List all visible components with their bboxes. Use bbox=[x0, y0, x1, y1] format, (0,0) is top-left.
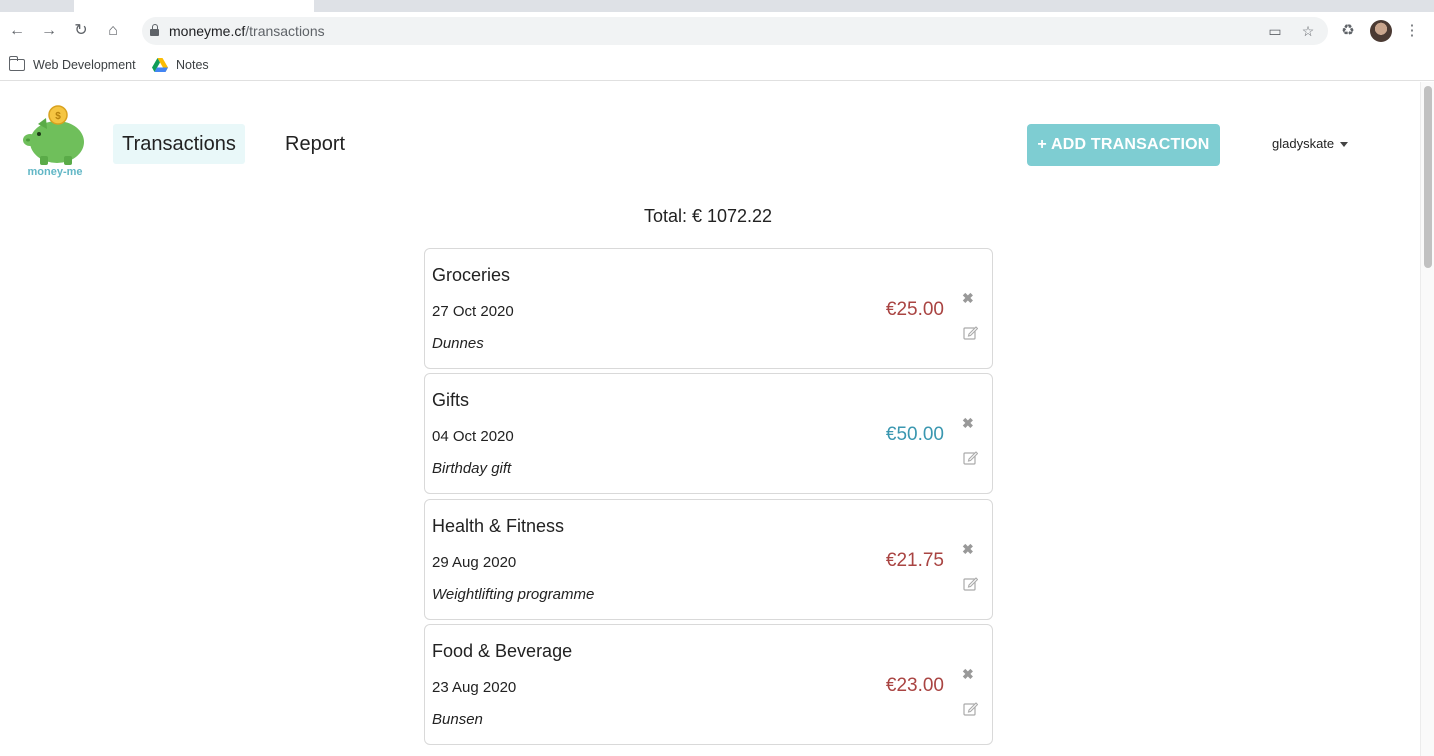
nav-report[interactable]: Report bbox=[285, 124, 345, 164]
transaction-category: Food & Beverage bbox=[432, 641, 573, 661]
transaction-card[interactable]: Food & Beverage 23 Aug 2020 Bunsen €23.00 ✖ bbox=[424, 624, 993, 745]
back-icon[interactable]: ← bbox=[6, 20, 28, 42]
svg-text:$: $ bbox=[55, 111, 61, 122]
profile-avatar[interactable] bbox=[1370, 20, 1392, 42]
bookmark-web-development[interactable]: Web Development bbox=[8, 56, 136, 74]
transaction-note: Dunnes bbox=[432, 335, 484, 352]
delete-icon[interactable]: ✖ bbox=[962, 541, 974, 558]
bookmark-label: Notes bbox=[176, 58, 209, 72]
transaction-category: Health & Fitness bbox=[432, 516, 565, 536]
browser-toolbar: ← → ↻ ⌂ moneyme.cf/transactions ▭ ☆ ♻ ⋮ bbox=[0, 12, 1434, 50]
url-text[interactable]: moneyme.cf/transactions bbox=[169, 23, 325, 39]
cast-icon[interactable]: ▭ bbox=[1266, 22, 1284, 40]
total-balance: Total: € 1072.22 bbox=[643, 206, 773, 226]
transaction-date: 27 Oct 2020 bbox=[432, 303, 514, 320]
tab-strip bbox=[0, 0, 1434, 12]
edit-icon[interactable] bbox=[963, 701, 978, 716]
transaction-card[interactable]: Gifts 04 Oct 2020 Birthday gift €50.00 ✖ bbox=[424, 373, 993, 494]
edit-icon[interactable] bbox=[963, 450, 978, 465]
delete-icon[interactable]: ✖ bbox=[962, 666, 974, 683]
reload-icon[interactable]: ↻ bbox=[70, 20, 92, 42]
folder-icon bbox=[8, 56, 25, 71]
transaction-date: 04 Oct 2020 bbox=[432, 428, 514, 445]
active-tab[interactable] bbox=[74, 0, 314, 12]
bookmark-star-icon[interactable]: ☆ bbox=[1299, 22, 1317, 40]
app-page: $ money-me Transactions Report + ADD TRA… bbox=[0, 82, 1420, 756]
transaction-amount: €21.75 bbox=[885, 550, 944, 571]
edit-icon[interactable] bbox=[963, 325, 978, 340]
transaction-category: Gifts bbox=[432, 390, 470, 410]
google-drive-icon bbox=[152, 58, 168, 72]
transaction-date: 29 Aug 2020 bbox=[432, 554, 517, 571]
page-scrollbar[interactable] bbox=[1420, 82, 1434, 756]
extensions-icon[interactable]: ♻ bbox=[1338, 21, 1358, 41]
transaction-note: Birthday gift bbox=[432, 460, 512, 477]
bookmark-label: Web Development bbox=[33, 58, 136, 72]
transaction-amount: €25.00 bbox=[885, 299, 944, 320]
username: gladyskate bbox=[1272, 136, 1335, 151]
transaction-date: 23 Aug 2020 bbox=[432, 679, 517, 696]
lock-icon bbox=[150, 24, 159, 36]
nav-transactions[interactable]: Transactions bbox=[113, 124, 245, 164]
address-bar[interactable]: moneyme.cf/transactions ▭ ☆ bbox=[142, 17, 1328, 45]
delete-icon[interactable]: ✖ bbox=[962, 290, 974, 307]
edit-icon[interactable] bbox=[963, 576, 978, 591]
menu-dots-icon[interactable]: ⋮ bbox=[1402, 21, 1422, 41]
bookmark-notes[interactable]: Notes bbox=[152, 56, 209, 74]
chevron-down-icon bbox=[1340, 141, 1349, 147]
user-menu[interactable]: gladyskate bbox=[1272, 136, 1349, 151]
app-logo[interactable]: $ money-me bbox=[22, 104, 88, 180]
forward-icon[interactable]: → bbox=[38, 20, 60, 42]
delete-icon[interactable]: ✖ bbox=[962, 415, 974, 432]
piggy-bank-icon: $ bbox=[23, 105, 84, 165]
transaction-amount: €23.00 bbox=[885, 675, 944, 696]
transaction-note: Weightlifting programme bbox=[432, 586, 595, 603]
logo-text: money-me bbox=[27, 166, 83, 178]
home-icon[interactable]: ⌂ bbox=[102, 20, 124, 42]
transaction-note: Bunsen bbox=[432, 711, 483, 728]
bookmarks-bar: Web Development Notes bbox=[0, 50, 1434, 81]
transaction-amount: €50.00 bbox=[885, 424, 944, 445]
transaction-card[interactable]: Groceries 27 Oct 2020 Dunnes €25.00 ✖ bbox=[424, 248, 993, 369]
scroll-thumb[interactable] bbox=[1424, 86, 1432, 268]
inactive-tab[interactable] bbox=[0, 0, 70, 12]
add-transaction-button[interactable]: + ADD TRANSACTION bbox=[1027, 124, 1220, 166]
transaction-card[interactable]: Health & Fitness 29 Aug 2020 Weightlifting… bbox=[424, 499, 993, 620]
transaction-category: Groceries bbox=[432, 265, 511, 285]
